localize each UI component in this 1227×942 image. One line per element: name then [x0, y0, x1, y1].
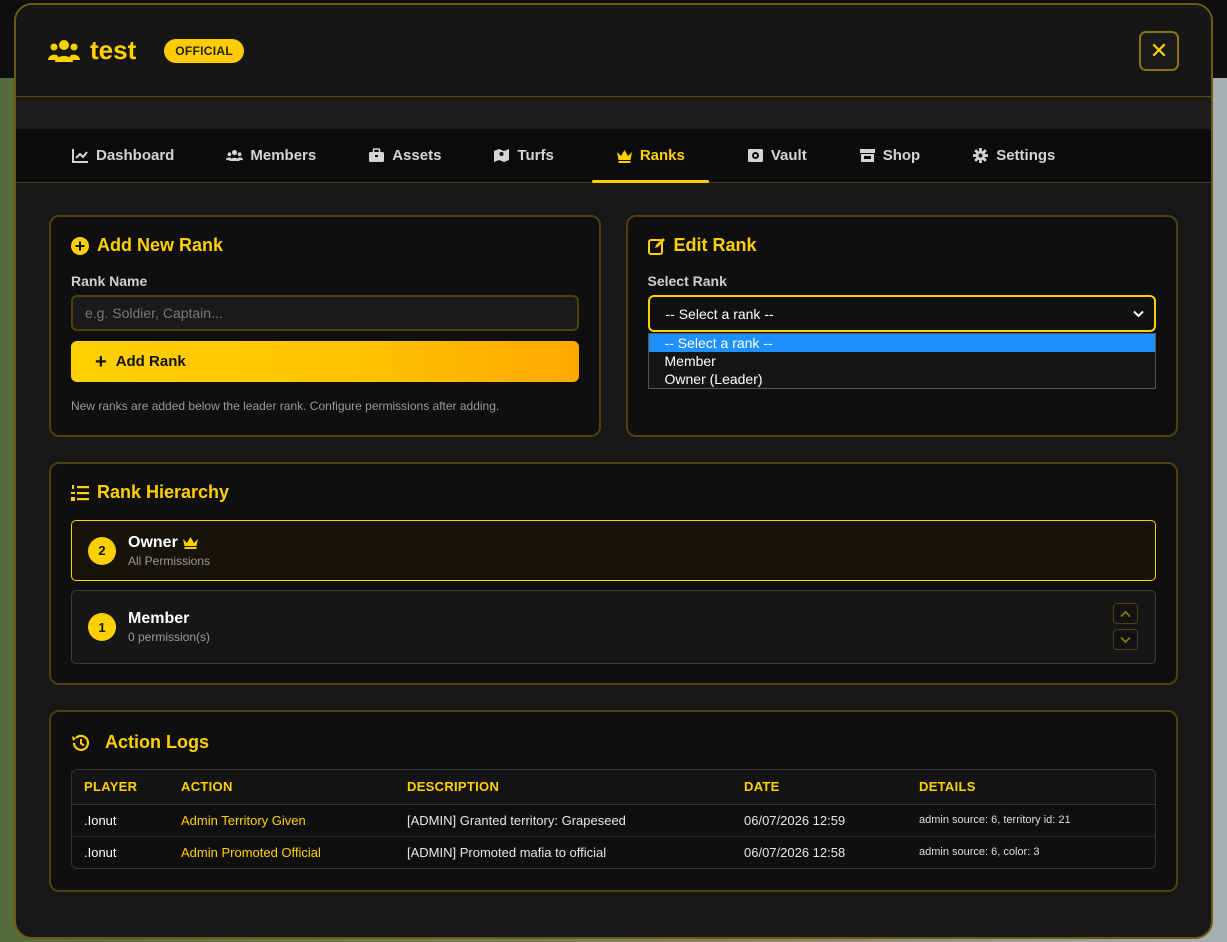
add-rank-hint: New ranks are added below the leader ran…: [71, 399, 500, 413]
list-ol-icon: [71, 484, 89, 501]
gear-icon: [973, 148, 989, 163]
log-action: Admin Promoted Official: [169, 835, 395, 868]
rank-hierarchy-panel: Rank Hierarchy 2 Owner All Permissions 1…: [49, 462, 1178, 685]
gang-panel-window: test OFFICIAL ✕ Dashboard Members Assets…: [14, 3, 1213, 939]
rank-row-member[interactable]: 1 Member 0 permission(s): [71, 590, 1156, 664]
sub-header-bar: [16, 97, 1211, 129]
action-logs-table: PLAYER ACTION DESCRIPTION DATE DETAILS .…: [71, 769, 1156, 869]
action-logs-panel: Action Logs PLAYER ACTION DESCRIPTION DA…: [49, 710, 1178, 892]
tab-ranks[interactable]: Ranks: [591, 129, 709, 183]
log-description: [ADMIN] Promoted mafia to official: [395, 835, 732, 868]
vault-icon: [747, 149, 763, 162]
column-header: DETAILS: [907, 770, 1155, 805]
table-header-row: PLAYER ACTION DESCRIPTION DATE DETAILS: [72, 770, 1155, 805]
edit-rank-panel: Edit Rank Select Rank -- Select a rank -…: [625, 215, 1178, 437]
column-header: ACTION: [169, 770, 395, 805]
add-rank-title: Add New Rank: [97, 235, 224, 255]
log-date: 06/07/2026 12:58: [732, 835, 907, 868]
add-rank-panel: Add New Rank Rank Name + Add Rank New ra…: [49, 215, 601, 437]
rank-hierarchy-title: Rank Hierarchy: [97, 482, 230, 502]
crown-icon: [182, 537, 198, 549]
rank-number: 2: [88, 536, 116, 565]
move-up-button[interactable]: [1113, 603, 1138, 624]
tab-shop[interactable]: Shop: [845, 129, 935, 182]
log-description: [ADMIN] Granted territory: Grapeseed: [407, 812, 626, 828]
table-row: .Ionut Admin Territory Given [ADMIN] Gra…: [72, 804, 1155, 836]
plus-icon: +: [95, 350, 107, 373]
column-header: DATE: [732, 770, 907, 805]
log-action: Admin Territory Given: [181, 812, 306, 828]
crown-icon: [616, 150, 632, 163]
rank-option[interactable]: Member: [649, 352, 1156, 370]
rank-name: Owner: [128, 533, 178, 551]
history-icon: [72, 734, 90, 751]
chart-line-icon: [72, 149, 88, 163]
rank-name-input[interactable]: [71, 295, 579, 331]
tab-members[interactable]: Members: [212, 129, 330, 182]
users-icon: [48, 39, 80, 62]
column-header: PLAYER: [72, 770, 169, 805]
log-player: .Ionut: [84, 812, 117, 828]
close-icon: ✕: [1149, 38, 1169, 63]
main-content: Add New Rank Rank Name + Add Rank New ra…: [16, 183, 1211, 892]
plus-circle-icon: [71, 236, 89, 255]
rank-name-label: Rank Name: [71, 273, 148, 289]
add-rank-button[interactable]: + Add Rank: [71, 341, 579, 382]
official-badge: OFFICIAL: [164, 38, 244, 63]
log-details: admin source: 6, color: 3: [907, 835, 1155, 868]
select-rank-label: Select Rank: [647, 273, 727, 289]
close-button[interactable]: ✕: [1139, 31, 1179, 71]
tab-assets[interactable]: Assets: [354, 129, 455, 182]
rank-number: 1: [88, 613, 116, 641]
store-icon: [859, 149, 875, 162]
users-icon: [226, 149, 244, 162]
rank-row-owner[interactable]: 2 Owner All Permissions: [71, 520, 1156, 581]
rank-select-dropdown: -- Select a rank -- Member Owner (Leader…: [647, 333, 1156, 389]
action-logs-title: Action Logs: [105, 732, 209, 752]
rank-option[interactable]: Owner (Leader): [649, 370, 1156, 388]
page-title: test: [90, 35, 137, 65]
log-date: 06/07/2026 12:59: [744, 812, 846, 828]
tab-turfs[interactable]: Turfs: [479, 129, 567, 182]
chevron-up-icon: [1120, 610, 1131, 617]
rank-name: Member: [128, 610, 190, 627]
edit-rank-title: Edit Rank: [673, 235, 757, 255]
header: test OFFICIAL ✕: [16, 5, 1211, 97]
edit-icon: [647, 237, 665, 255]
tab-bar: Dashboard Members Assets Turfs Ranks Vau…: [16, 129, 1211, 183]
table-row: .Ionut Admin Promoted Official [ADMIN] P…: [72, 835, 1155, 868]
rank-select[interactable]: -- Select a rank --: [647, 295, 1156, 332]
tab-vault[interactable]: Vault: [733, 129, 821, 182]
tab-settings[interactable]: Settings: [958, 129, 1069, 182]
log-player: .Ionut: [72, 835, 169, 868]
rank-option[interactable]: -- Select a rank --: [648, 334, 1155, 352]
rank-permissions: All Permissions: [128, 553, 211, 568]
chevron-down-icon: [1133, 310, 1144, 317]
briefcase-icon: [369, 148, 385, 162]
rank-permissions: 0 permission(s): [128, 630, 211, 644]
log-details: admin source: 6, territory id: 21: [919, 814, 1071, 826]
move-down-button[interactable]: [1113, 629, 1138, 650]
column-header: DESCRIPTION: [395, 770, 732, 805]
map-icon: [494, 149, 510, 162]
tab-dashboard[interactable]: Dashboard: [58, 129, 188, 182]
chevron-down-icon: [1120, 636, 1131, 643]
